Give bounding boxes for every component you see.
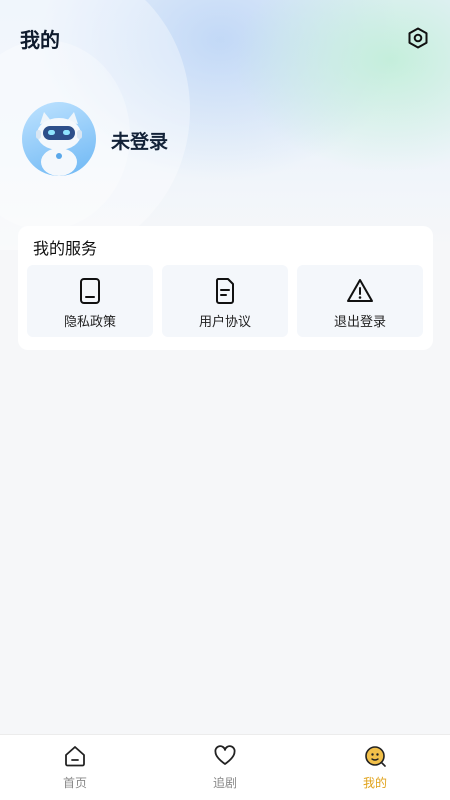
- tab-follow-label: 追剧: [212, 776, 237, 790]
- document-icon: [215, 278, 234, 304]
- user-agreement-label: 用户协议: [198, 315, 251, 330]
- services-title: 我的服务: [33, 239, 98, 258]
- tablet-icon: [80, 278, 100, 304]
- user-agreement-button[interactable]: 用户协议: [162, 265, 288, 337]
- settings-button[interactable]: [404, 24, 432, 52]
- page-title: 我的: [20, 28, 60, 52]
- bottom-tab-bar: 首页 追剧 我的: [0, 734, 450, 800]
- logout-button[interactable]: 退出登录: [297, 265, 423, 337]
- robot-avatar-icon: [36, 112, 82, 176]
- warning-triangle-icon: [347, 279, 373, 302]
- avatar[interactable]: [22, 102, 96, 176]
- tab-mine[interactable]: 我的: [325, 743, 425, 795]
- profile-face-icon: [365, 746, 386, 767]
- privacy-policy-label: 隐私政策: [63, 315, 116, 330]
- settings-icon: [408, 27, 428, 49]
- tab-home[interactable]: 首页: [25, 743, 125, 795]
- tab-mine-label: 我的: [362, 776, 387, 790]
- username-label[interactable]: 未登录: [111, 127, 168, 154]
- services-card: 我的服务 隐私政策 用户协议 退出登录: [18, 226, 433, 350]
- tab-home-label: 首页: [62, 776, 87, 790]
- tab-follow[interactable]: 追剧: [175, 743, 275, 795]
- logout-label: 退出登录: [333, 315, 386, 330]
- privacy-policy-button[interactable]: 隐私政策: [27, 265, 153, 337]
- heart-icon: [214, 745, 236, 765]
- home-icon: [65, 746, 85, 767]
